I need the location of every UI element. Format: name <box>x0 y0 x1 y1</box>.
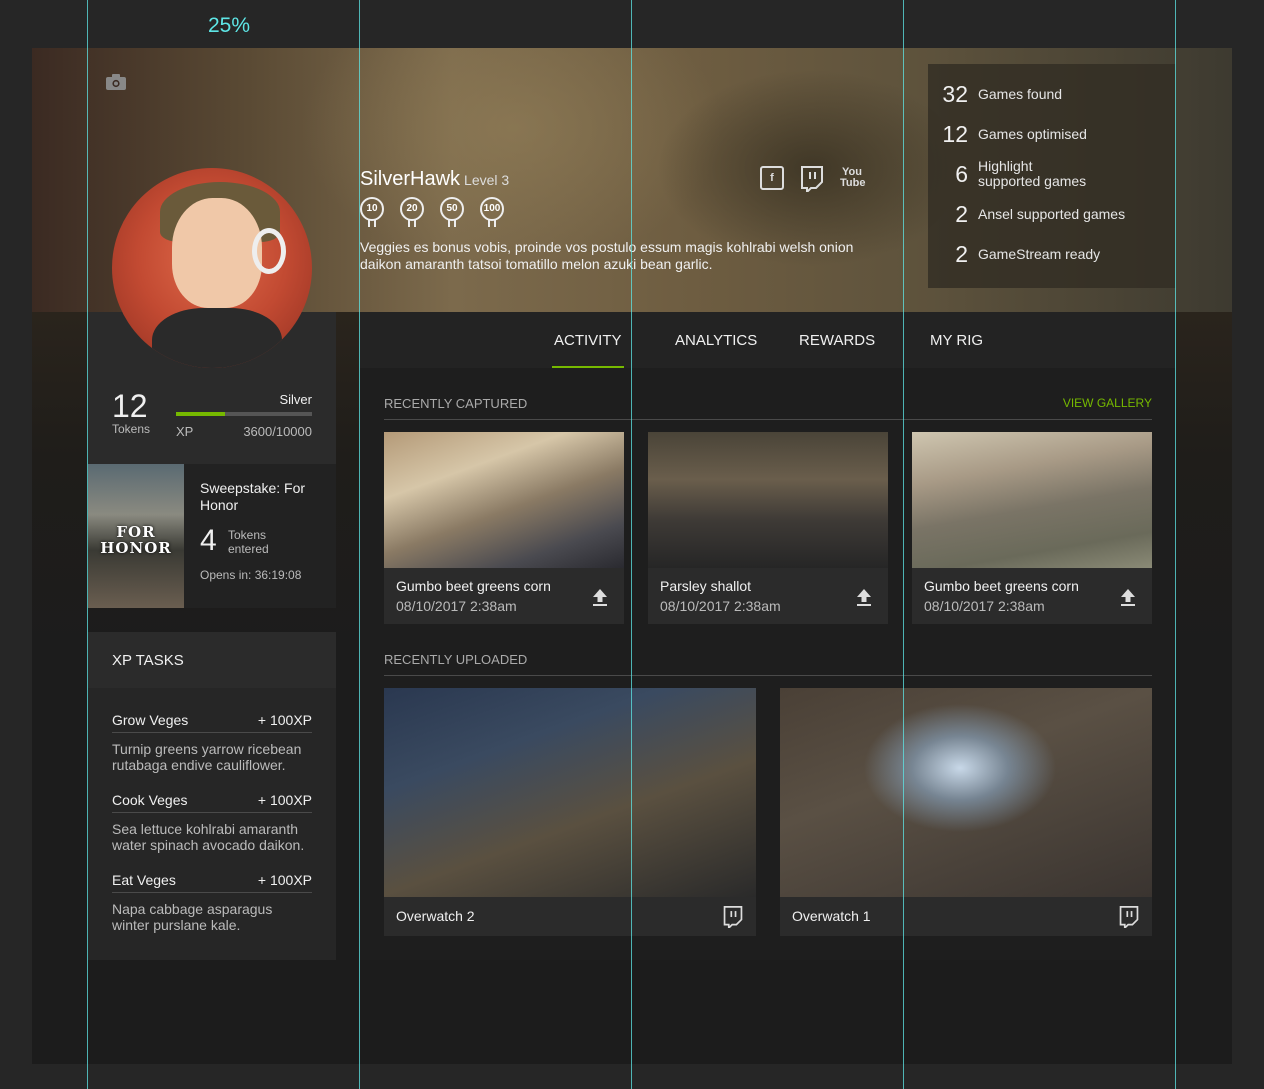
tier-name: Silver <box>279 392 312 407</box>
badge-icon[interactable]: 100 <box>480 197 504 227</box>
twitch-icon[interactable] <box>800 166 824 192</box>
avatar-headset <box>252 228 286 274</box>
camera-icon[interactable] <box>106 74 126 90</box>
task-desc: Sea lettuce kohlrabi amaranth water spin… <box>112 821 305 853</box>
task-xp: + 100XP <box>257 872 312 888</box>
username: SilverHawk <box>360 168 461 190</box>
capture-date: 08/10/2017 2:38am <box>396 598 517 614</box>
capture-card[interactable]: Parsley shallot 08/10/2017 2:38am <box>648 432 888 624</box>
view-gallery-link[interactable]: VIEW GALLERY <box>1063 396 1152 410</box>
upload-icon[interactable] <box>856 588 872 606</box>
upload-card[interactable]: Overwatch 2 <box>384 688 756 936</box>
stat-row: 6 Highlight supported games <box>955 158 1087 189</box>
xp-tasks-title: XP TASKS <box>112 652 184 669</box>
badge-row: 10 20 50 100 <box>360 197 880 227</box>
twitch-icon[interactable] <box>722 906 744 928</box>
tokens-count: 12 <box>112 388 148 424</box>
task-item[interactable]: Cook Veges + 100XP Sea lettuce kohlrabi a… <box>112 792 312 853</box>
stat-row: 12 Games optimised <box>942 120 1087 147</box>
user-level: Level 3 <box>464 172 510 188</box>
avatar[interactable] <box>112 168 312 368</box>
xp-value: 3600/10000 <box>243 424 312 439</box>
youtube-icon[interactable]: You Tube <box>840 166 865 190</box>
layout-guide-line <box>903 0 904 1089</box>
section-divider <box>384 419 1152 420</box>
task-item[interactable]: Grow Veges + 100XP Turnip greens yarrow r… <box>112 712 312 773</box>
xp-progress-fill <box>176 412 225 416</box>
upload-title: Overwatch 1 <box>792 908 871 924</box>
sweepstake-opens: Opens in: 36:19:08 <box>200 568 302 582</box>
xp-tasks-header: XP TASKS <box>88 632 336 688</box>
task-xp: + 100XP <box>257 712 312 728</box>
social-links: f You Tube <box>760 166 865 192</box>
sweepstake-tokens: 4 <box>200 524 217 557</box>
xp-tasks-list: Grow Veges + 100XP Turnip greens yarrow r… <box>88 688 336 960</box>
tokens-label: Tokens <box>112 422 151 436</box>
xp-label: XP <box>176 424 194 439</box>
capture-card[interactable]: Gumbo beet greens corn 08/10/2017 2:38am <box>384 432 624 624</box>
upload-title: Overwatch 2 <box>396 908 475 924</box>
recently-captured-title: RECENTLY CAPTURED <box>384 396 528 411</box>
layout-guide-line <box>359 0 360 1089</box>
upload-thumbnail <box>780 688 1152 897</box>
user-bio: Veggies es bonus vobis, proinde vos post… <box>360 239 854 272</box>
task-name: Cook Veges <box>112 792 188 808</box>
tab-analytics[interactable]: ANALYTICS <box>675 332 757 349</box>
sweepstake-card[interactable]: FOR HONOR Sweepstake: For Honor 4 Tokens… <box>88 464 336 608</box>
capture-thumbnail <box>912 432 1152 568</box>
tab-my-rig[interactable]: MY RIG <box>930 332 983 349</box>
upload-thumbnail <box>384 688 756 897</box>
task-xp: + 100XP <box>257 792 312 808</box>
upload-icon[interactable] <box>1120 588 1136 606</box>
sweepstake-art: FOR HONOR <box>88 464 184 608</box>
facebook-icon[interactable]: f <box>760 166 784 190</box>
tab-bar: ACTIVITY ANALYTICS REWARDS MY RIG <box>360 312 1176 368</box>
capture-date: 08/10/2017 2:38am <box>924 598 1045 614</box>
section-divider <box>384 675 1152 676</box>
stats-panel: 32 Games found 12 Games optimised 6 Highlig… <box>928 64 1176 288</box>
capture-card[interactable]: Gumbo beet greens corn 08/10/2017 2:38am <box>912 432 1152 624</box>
stat-row: 2 Ansel supported games <box>955 200 1126 227</box>
activity-content: RECENTLY CAPTURED VIEW GALLERY Gumbo bee… <box>360 368 1176 960</box>
task-name: Grow Veges <box>112 712 189 728</box>
sweepstake-title: Sweepstake: For Honor <box>200 480 306 513</box>
capture-title: Gumbo beet greens corn <box>396 578 551 594</box>
badge-icon[interactable]: 10 <box>360 197 384 227</box>
capture-thumbnail <box>648 432 888 568</box>
task-item[interactable]: Eat Veges + 100XP Napa cabbage asparagus … <box>112 872 312 933</box>
tab-rewards[interactable]: REWARDS <box>799 332 875 349</box>
twitch-icon[interactable] <box>1118 906 1140 928</box>
capture-thumbnail <box>384 432 624 568</box>
layout-guide-line <box>1175 0 1176 1089</box>
task-desc: Turnip greens yarrow ricebean rutabaga e… <box>112 741 302 773</box>
layout-guide-line <box>631 0 632 1089</box>
stat-row: 2 GameStream ready <box>955 240 1101 267</box>
guide-percent-label: 25% <box>208 14 251 37</box>
tab-activity[interactable]: ACTIVITY <box>554 332 622 349</box>
task-desc: Napa cabbage asparagus winter purslane k… <box>112 901 273 933</box>
badge-icon[interactable]: 50 <box>440 197 464 227</box>
upload-card[interactable]: Overwatch 1 <box>780 688 1152 936</box>
sweepstake-tokens-label: Tokens entered <box>228 528 269 556</box>
layout-guide-line <box>87 0 88 1089</box>
page: 25% 12 Tokens Silver XP 3600/10000 FOR H… <box>0 0 1264 1089</box>
sweepstake-art-logo: FOR HONOR <box>100 523 172 557</box>
task-name: Eat Veges <box>112 872 176 888</box>
avatar-face <box>172 198 262 308</box>
capture-title: Parsley shallot <box>660 578 752 594</box>
capture-title: Gumbo beet greens corn <box>924 578 1079 594</box>
upload-icon[interactable] <box>592 588 608 606</box>
recently-uploaded-title: RECENTLY UPLOADED <box>384 652 528 667</box>
capture-date: 08/10/2017 2:38am <box>660 598 781 614</box>
stat-row: 32 Games found <box>942 80 1063 107</box>
xp-progress-bar <box>176 412 312 416</box>
badge-icon[interactable]: 20 <box>400 197 424 227</box>
profile-window: 12 Tokens Silver XP 3600/10000 FOR HONOR… <box>32 48 1232 1064</box>
avatar-body <box>152 308 282 368</box>
